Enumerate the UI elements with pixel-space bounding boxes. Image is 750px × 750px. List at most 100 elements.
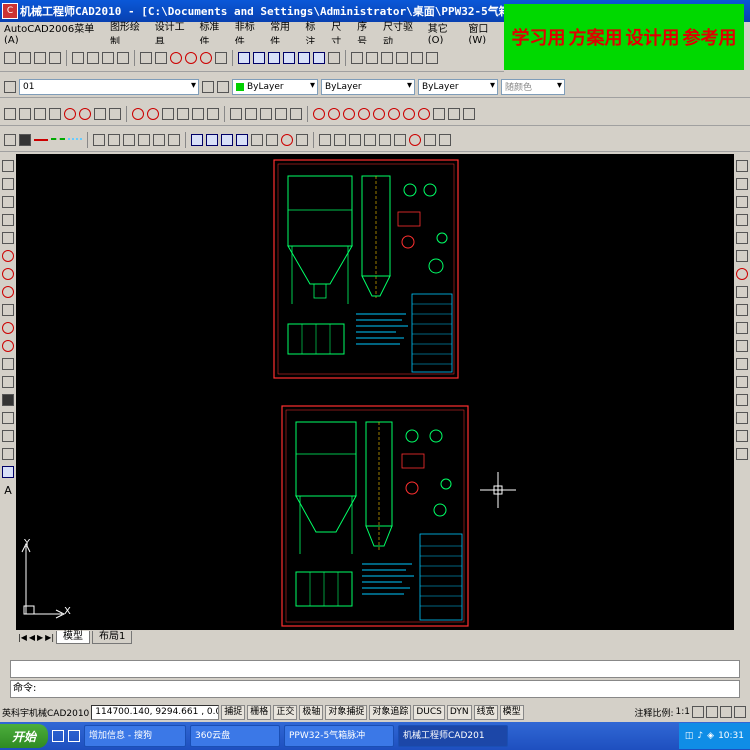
explode-icon[interactable] bbox=[736, 448, 748, 460]
mirror-icon[interactable] bbox=[736, 196, 748, 208]
search-icon[interactable] bbox=[251, 133, 263, 146]
ellipse-tool-icon[interactable] bbox=[313, 107, 325, 120]
dim-leader-icon[interactable] bbox=[426, 51, 438, 64]
grid-icon[interactable] bbox=[424, 133, 436, 146]
balloon-icon[interactable] bbox=[236, 133, 248, 146]
menu-item-autocad[interactable]: AutoCAD2006菜单(A) bbox=[4, 20, 103, 46]
circle-icon[interactable] bbox=[2, 268, 14, 280]
dim-linear-icon[interactable] bbox=[351, 51, 363, 64]
polygon-tool-icon[interactable] bbox=[49, 107, 61, 120]
clean-screen-icon[interactable] bbox=[734, 706, 746, 718]
undo-icon[interactable] bbox=[140, 51, 152, 64]
revision-cloud-icon[interactable] bbox=[2, 286, 14, 298]
sheet-set-icon[interactable] bbox=[283, 51, 295, 64]
polyline-icon[interactable] bbox=[2, 196, 14, 208]
menu-item-other[interactable]: 其它(O) bbox=[428, 20, 462, 46]
parts-list-icon[interactable] bbox=[206, 133, 218, 146]
mirror-tool-icon[interactable] bbox=[260, 107, 272, 120]
move-icon[interactable] bbox=[736, 250, 748, 262]
rotate-icon[interactable] bbox=[736, 268, 748, 280]
xline-tool-icon[interactable] bbox=[19, 107, 31, 120]
extend-icon[interactable] bbox=[736, 340, 748, 352]
tab-nav-last-icon[interactable]: ▶| bbox=[45, 633, 54, 642]
snap-center-icon[interactable] bbox=[132, 107, 144, 120]
lineweight-icon[interactable] bbox=[19, 133, 31, 146]
tab-nav-prev-icon[interactable]: ◀ bbox=[29, 633, 35, 642]
line-icon[interactable] bbox=[2, 160, 14, 172]
chain-dim-icon[interactable] bbox=[379, 133, 391, 146]
chamfer-icon[interactable] bbox=[736, 412, 748, 424]
line-tool-icon[interactable] bbox=[4, 107, 16, 120]
gradient-icon[interactable] bbox=[2, 430, 14, 442]
revcloud-tool-icon[interactable] bbox=[358, 107, 370, 120]
image-icon[interactable] bbox=[409, 133, 421, 146]
toggle-grid[interactable]: 栅格 bbox=[247, 704, 272, 720]
help-icon[interactable] bbox=[328, 51, 340, 64]
erase-icon[interactable] bbox=[736, 160, 748, 172]
dim-radius-icon[interactable] bbox=[396, 51, 408, 64]
properties-icon[interactable] bbox=[238, 51, 250, 64]
tool-palette-icon[interactable] bbox=[268, 51, 280, 64]
spline-tool-icon[interactable] bbox=[343, 107, 355, 120]
multiline-text-icon[interactable]: A bbox=[4, 484, 12, 497]
copy-object-icon[interactable] bbox=[736, 178, 748, 190]
snap-tangent-icon[interactable] bbox=[207, 107, 219, 120]
arc-tool-icon[interactable] bbox=[79, 107, 91, 120]
open-file-icon[interactable] bbox=[19, 51, 31, 64]
tab-layout1[interactable]: 布局1 bbox=[92, 630, 133, 644]
start-button[interactable]: 开始 bbox=[0, 724, 48, 748]
layer-manager-icon[interactable] bbox=[4, 80, 16, 93]
redo-icon[interactable] bbox=[155, 51, 167, 64]
annotation-scale-dropdown[interactable]: 1:1 bbox=[676, 707, 690, 717]
scale-icon[interactable] bbox=[736, 286, 748, 298]
make-current-layer-icon[interactable] bbox=[202, 80, 214, 93]
tray-clock[interactable]: 10:31 bbox=[718, 731, 744, 741]
toggle-polar[interactable]: 极轴 bbox=[299, 704, 324, 720]
snap-perpendicular-icon[interactable] bbox=[192, 107, 204, 120]
tray-shield-icon[interactable]: ◈ bbox=[707, 731, 714, 741]
stretch-icon[interactable] bbox=[736, 304, 748, 316]
toggle-lineweight[interactable]: 线宽 bbox=[473, 704, 498, 720]
ortho-line-icon[interactable] bbox=[4, 133, 16, 146]
circle-tool-icon[interactable] bbox=[64, 107, 76, 120]
fillet-icon[interactable] bbox=[736, 430, 748, 442]
taskbar-item-sogou[interactable]: 增加信息 - 搜狗 bbox=[84, 725, 186, 747]
layout-icon[interactable] bbox=[439, 133, 451, 146]
command-line-input[interactable]: 命令: bbox=[10, 680, 740, 698]
region-icon[interactable] bbox=[2, 448, 14, 460]
annotation-visibility-icon[interactable] bbox=[692, 706, 704, 718]
table-icon[interactable] bbox=[2, 466, 14, 478]
pan-icon[interactable] bbox=[170, 51, 182, 64]
taskbar-item-cad[interactable]: 机械工程师CAD201 bbox=[398, 725, 508, 747]
hidden-line-icon[interactable] bbox=[51, 137, 65, 142]
break-icon[interactable] bbox=[736, 376, 748, 388]
ellipse-icon[interactable] bbox=[2, 322, 14, 334]
tray-volume-icon[interactable]: ♪ bbox=[697, 731, 703, 741]
lock-toolbar-icon[interactable] bbox=[720, 706, 732, 718]
polyline-tool-icon[interactable] bbox=[34, 107, 46, 120]
toggle-dyn[interactable]: DYN bbox=[446, 704, 472, 720]
markup-icon[interactable] bbox=[298, 51, 310, 64]
table-tool-icon[interactable] bbox=[433, 107, 445, 120]
workspace-icon[interactable] bbox=[706, 706, 718, 718]
snap-settings-icon[interactable] bbox=[281, 133, 293, 146]
copy-icon[interactable] bbox=[87, 51, 99, 64]
layer-dropdown[interactable]: 01 bbox=[19, 78, 199, 95]
block-tool-icon[interactable] bbox=[448, 107, 460, 120]
construction-line-icon[interactable] bbox=[2, 178, 14, 190]
snap-quadrant-icon[interactable] bbox=[147, 107, 159, 120]
donut-tool-icon[interactable] bbox=[328, 107, 340, 120]
trim-icon[interactable] bbox=[736, 322, 748, 334]
dim-aligned-icon[interactable] bbox=[366, 51, 378, 64]
toggle-osnap[interactable]: 对象捕捉 bbox=[325, 704, 368, 720]
hole-table-icon[interactable] bbox=[364, 133, 376, 146]
make-block-icon[interactable] bbox=[2, 376, 14, 388]
snap-endpoint-icon[interactable] bbox=[162, 107, 174, 120]
toggle-otrack[interactable]: 对象追踪 bbox=[369, 704, 412, 720]
tolerance-icon[interactable] bbox=[153, 133, 165, 146]
polygon-icon[interactable] bbox=[2, 214, 14, 226]
extend-tool-icon[interactable] bbox=[109, 107, 121, 120]
plotstyle-dropdown[interactable]: 随颜色 bbox=[501, 78, 565, 95]
menu-item-window[interactable]: 窗口(W) bbox=[468, 20, 504, 46]
new-file-icon[interactable] bbox=[4, 51, 16, 64]
